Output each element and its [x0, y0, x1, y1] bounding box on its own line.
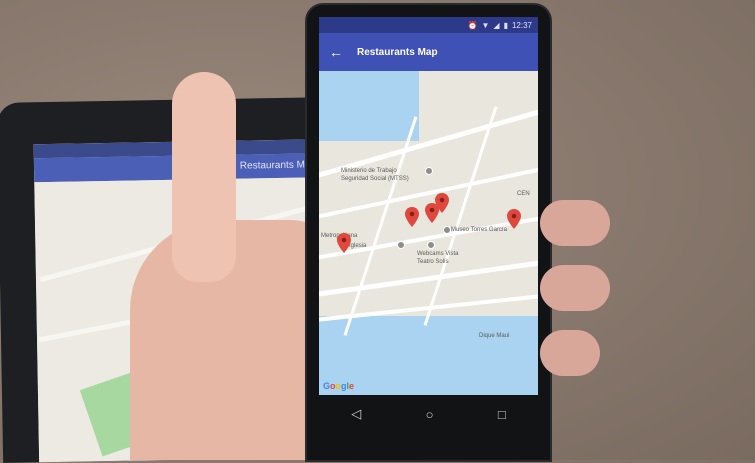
poi-icon: [397, 241, 405, 249]
restaurant-marker[interactable]: [507, 209, 521, 229]
tablet-app-title: Restaurants Map: [239, 159, 317, 172]
map-label-museo: Museo Torres García: [451, 227, 507, 233]
hand-thumb: [172, 72, 236, 282]
restaurant-marker[interactable]: [337, 233, 351, 253]
map-label-ministerio-2: Seguridad Social (MTSS): [341, 176, 409, 182]
battery-icon: ▮: [503, 20, 508, 30]
map-label-teatro-2: Teatro Solís: [417, 259, 449, 265]
finger: [540, 200, 610, 246]
nav-back-icon[interactable]: ◁: [351, 406, 361, 422]
map-label-teatro-1: Webcams Vista: [417, 251, 459, 257]
wifi-icon: ▼: [481, 20, 490, 30]
status-bar: ⏰ ▼ ◢ ▮ 12:37: [319, 17, 538, 33]
map-label-ministerio-1: Ministerio de Trabajo: [341, 168, 397, 174]
app-bar: ← Restaurants Map: [319, 33, 538, 71]
restaurant-marker[interactable]: [435, 193, 449, 213]
google-logo: Google: [323, 381, 354, 391]
status-time: 12:37: [511, 20, 532, 30]
water-area-north: [319, 71, 419, 141]
nav-home-icon[interactable]: ○: [426, 407, 434, 422]
signal-icon: ◢: [493, 20, 500, 30]
navigation-bar: ◁ ○ □: [319, 395, 538, 433]
alarm-icon: ⏰: [467, 20, 478, 30]
poi-icon: [425, 167, 433, 175]
finger: [540, 265, 610, 311]
app-title: Restaurants Map: [357, 46, 438, 58]
phone-screen: ⏰ ▼ ◢ ▮ 12:37 ← Restaurants Map Minister…: [319, 17, 538, 395]
map-label-dique: Dique Maui: [479, 333, 510, 339]
map-label-iglesia: Iglesia: [349, 243, 367, 249]
poi-icon: [443, 226, 451, 234]
poi-icon: [427, 241, 435, 249]
restaurant-marker[interactable]: [405, 207, 419, 227]
google-logo-letter: G: [323, 381, 331, 391]
arrow-back-icon[interactable]: ←: [329, 45, 343, 59]
phone-device: ⏰ ▼ ◢ ▮ 12:37 ← Restaurants Map Minister…: [307, 5, 550, 460]
map-view[interactable]: Ministerio de Trabajo Seguridad Social (…: [319, 71, 538, 395]
nav-recents-icon[interactable]: □: [498, 407, 506, 422]
google-logo-letter: e: [349, 381, 355, 391]
map-label-cen: CEN: [517, 191, 530, 197]
finger: [540, 330, 600, 376]
